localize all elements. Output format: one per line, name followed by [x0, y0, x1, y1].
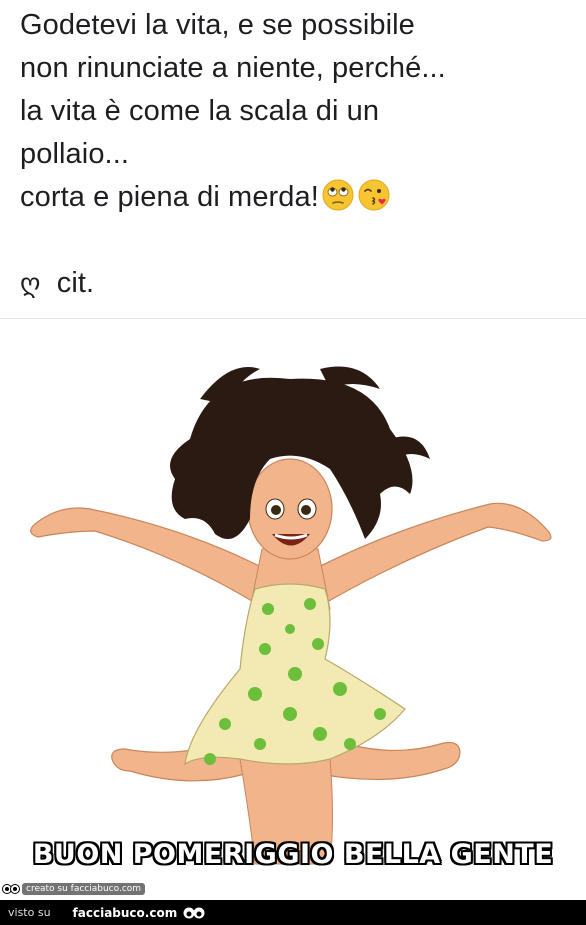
eye-roll-emoji-icon: [322, 179, 354, 211]
post-line: corta e piena di merda!: [20, 181, 319, 213]
creato-badge: creato su facciabuco.com: [2, 881, 146, 897]
citation-text: cit.: [56, 267, 95, 299]
post-line: la vita è come la scala di un: [20, 95, 380, 127]
creato-text: creato su facciabuco.com: [22, 883, 146, 895]
citation-line: ღ cit.: [20, 262, 570, 306]
facciabuco-eyes-icon: [2, 884, 20, 894]
post-line-with-emoji: corta e piena di merda!: [20, 176, 570, 219]
post-line: non rinunciate a niente, perché...: [20, 52, 446, 84]
site-link[interactable]: facciabuco.com: [73, 906, 178, 920]
post-line: Godetevi la vita, e se possibile: [20, 9, 415, 41]
right-arm: [304, 502, 552, 610]
visto-label: visto su: [8, 906, 51, 919]
image-caption: BUON POMERIGGIO BELLA GENTE: [32, 839, 554, 870]
heart-glyph: ღ: [20, 269, 41, 299]
footer-bar: visto su facciabuco.com: [0, 900, 586, 925]
kissing-face-emoji-icon: [358, 179, 390, 211]
post-line: pollaio...: [20, 138, 130, 170]
post-image[interactable]: BUON POMERIGGIO BELLA GENTE creato su fa…: [0, 319, 586, 900]
post-text: Godetevi la vita, e se possibile non rin…: [20, 4, 570, 306]
facciabuco-eyes-icon: [183, 907, 205, 918]
cartoon-girl-illustration: [30, 366, 552, 865]
